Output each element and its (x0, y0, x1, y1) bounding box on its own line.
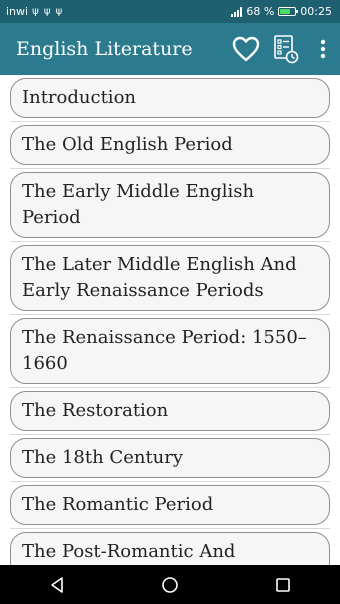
chapter-list[interactable]: Introduction The Old English Period The Ea… (0, 75, 340, 565)
heart-outline-icon (232, 36, 260, 62)
chapter-list-item[interactable]: The Old English Period (10, 125, 330, 165)
status-right: 68 % 00:25 (231, 5, 332, 18)
chapter-list-item[interactable]: The Renaissance Period: 1550–1660 (10, 318, 330, 384)
app-bar: English Literature (0, 23, 340, 75)
chapter-list-item[interactable]: The Early Middle English Period (10, 172, 330, 238)
reading-history-button[interactable] (266, 23, 306, 75)
status-left: inwi ψ ψ ψ (6, 5, 63, 18)
status-bar: inwi ψ ψ ψ 68 % 00:25 (0, 0, 340, 23)
home-circle-icon (162, 576, 178, 593)
battery-percent: 68 % (246, 5, 275, 18)
list-divider (10, 434, 330, 435)
list-divider (10, 481, 330, 482)
list-divider (10, 121, 330, 122)
more-vertical-icon (320, 39, 326, 59)
signal-strength-icon (231, 6, 243, 17)
app-title: English Literature (16, 38, 193, 60)
chapter-list-item[interactable]: The 18th Century (10, 438, 330, 478)
back-triangle-icon (50, 576, 63, 593)
favorites-button[interactable] (226, 23, 266, 75)
recents-button[interactable] (253, 565, 313, 604)
list-divider (10, 241, 330, 242)
list-divider (10, 314, 330, 315)
carrier-name: inwi (6, 5, 29, 18)
list-divider (10, 387, 330, 388)
home-button[interactable] (140, 565, 200, 604)
checklist-clock-icon (274, 35, 299, 64)
overflow-menu-button[interactable] (306, 23, 340, 75)
list-divider (10, 168, 330, 169)
clock-time: 00:25 (300, 5, 332, 18)
chapter-list-item[interactable]: Introduction (10, 78, 330, 118)
system-navigation-bar (0, 565, 340, 604)
chapter-list-item[interactable]: The Post-Romantic And Victorian Era (10, 532, 330, 565)
recents-square-icon (276, 577, 291, 592)
battery-icon (278, 7, 299, 16)
back-button[interactable] (27, 565, 87, 604)
chapter-list-item[interactable]: The Restoration (10, 391, 330, 431)
battery-level-fill (280, 9, 291, 14)
chapter-list-item[interactable]: The Romantic Period (10, 485, 330, 525)
list-divider (10, 528, 330, 529)
chapter-list-item[interactable]: The Later Middle English And Early Renai… (10, 245, 330, 311)
usb-notification-icon: ψ ψ ψ (32, 6, 64, 17)
